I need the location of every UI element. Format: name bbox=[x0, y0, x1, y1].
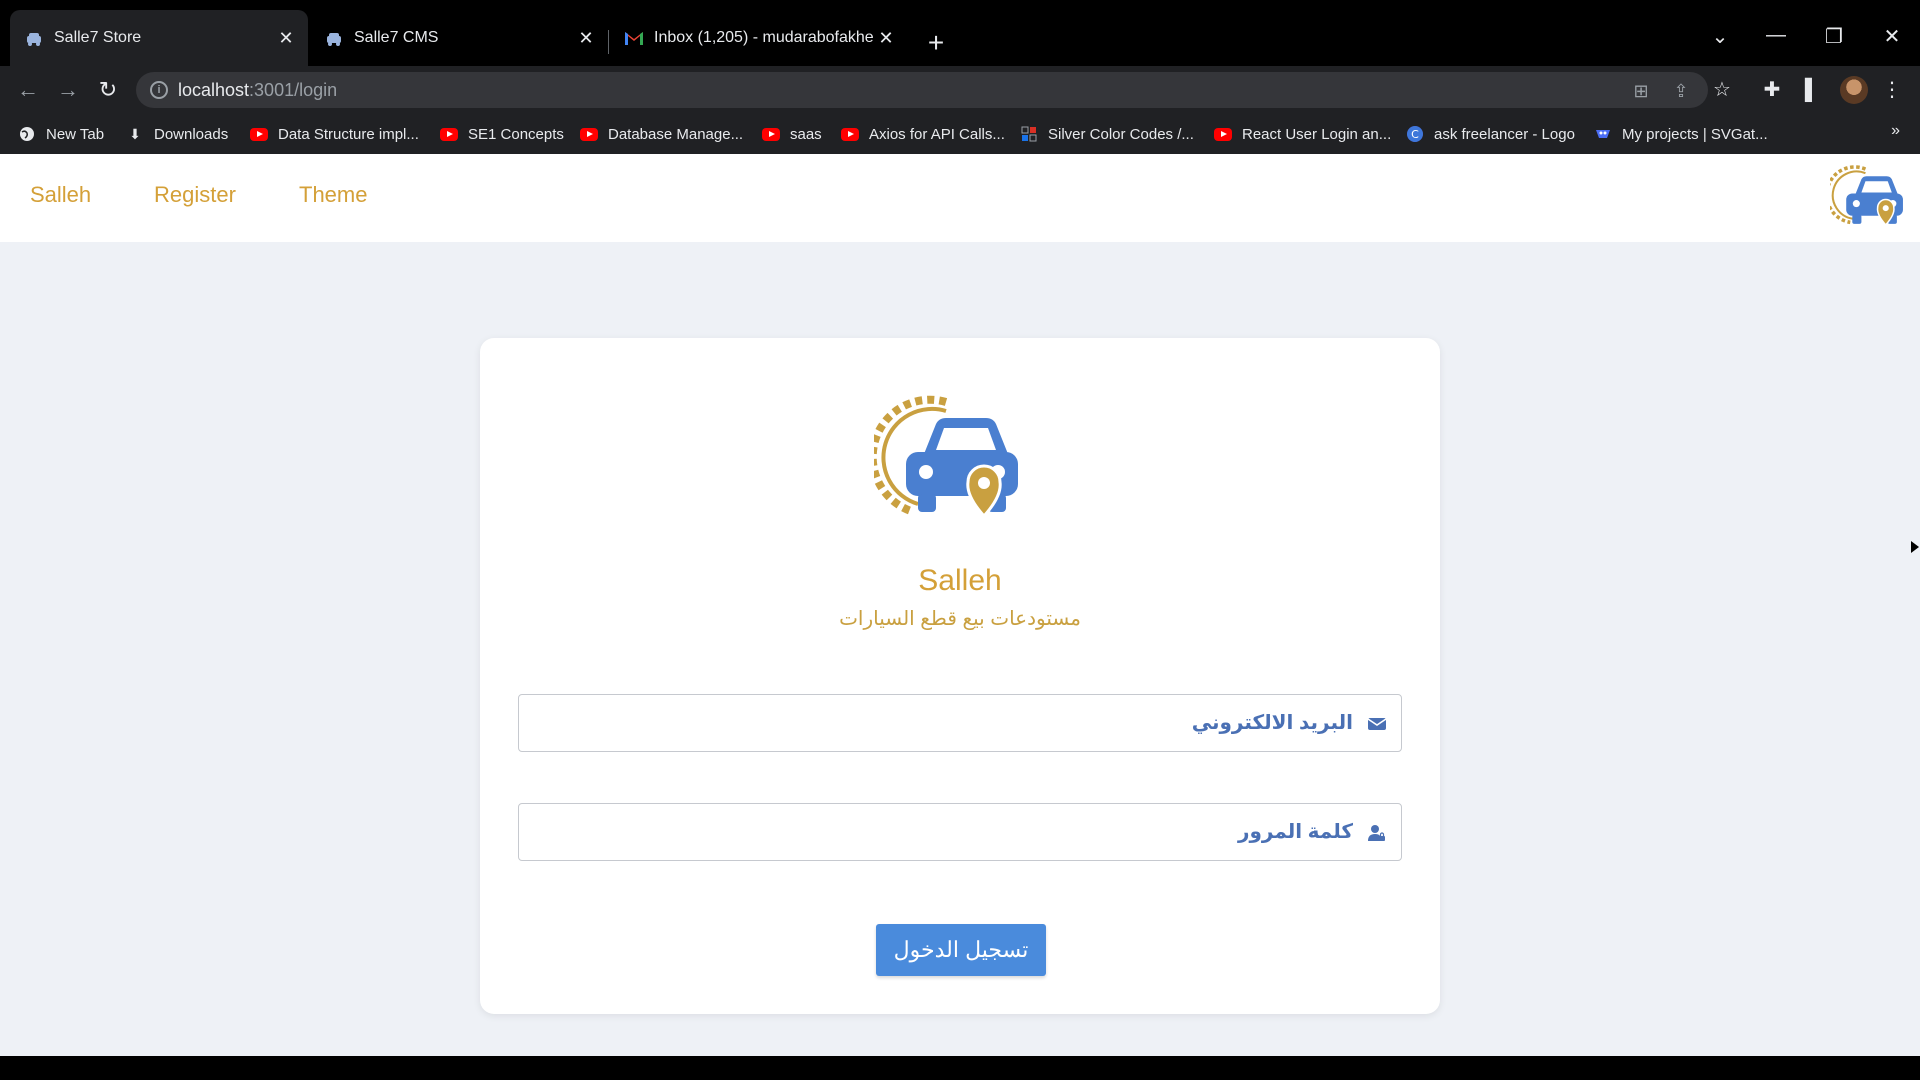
grid-icon bbox=[1020, 126, 1038, 142]
bookmark-database-manage[interactable]: Database Manage... bbox=[580, 122, 743, 146]
bookmark-label: Silver Color Codes /... bbox=[1048, 125, 1194, 143]
bookmark-silver-color[interactable]: Silver Color Codes /... bbox=[1020, 122, 1194, 146]
tab-title: Salle7 CMS bbox=[354, 29, 439, 46]
bookmark-label: React User Login an... bbox=[1242, 125, 1392, 143]
close-tab-icon[interactable]: ✕ bbox=[874, 26, 898, 50]
share-icon[interactable]: ⇪ bbox=[1670, 80, 1692, 102]
bookmark-new-tab[interactable]: New Tab bbox=[18, 122, 104, 146]
more-bookmarks-chevron[interactable]: » bbox=[1891, 122, 1900, 140]
login-brand-title: Salleh bbox=[918, 564, 1002, 597]
close-tab-icon[interactable]: ✕ bbox=[574, 26, 598, 50]
new-tab-button[interactable]: + bbox=[922, 29, 950, 58]
tab-salle7-cms[interactable]: Salle7 CMS ✕ bbox=[310, 10, 608, 66]
bookmark-react-login[interactable]: React User Login an... bbox=[1214, 122, 1391, 146]
tab-title: Salle7 Store bbox=[54, 29, 142, 46]
menu-kebab-icon[interactable]: ⋮ bbox=[1880, 78, 1904, 102]
tab-salle7-store[interactable]: Salle7 Store ✕ bbox=[10, 10, 308, 66]
site-info-icon[interactable]: i bbox=[150, 81, 168, 99]
download-icon: ⬇ bbox=[129, 125, 141, 142]
bookmark-label: Data Structure impl... bbox=[278, 125, 419, 143]
bookmark-label: Axios for API Calls... bbox=[869, 125, 1005, 143]
youtube-icon bbox=[762, 127, 780, 141]
bookmarks-bar: New Tab ⬇ Downloads Data Structure impl.… bbox=[0, 114, 1920, 154]
globe-icon bbox=[18, 127, 36, 141]
extensions-icon[interactable]: ✚ bbox=[1760, 78, 1784, 102]
app-navbar: Salleh Register Theme bbox=[0, 154, 1920, 242]
login-tagline: مستودعات بيع قطع السيارات bbox=[839, 608, 1081, 630]
nav-brand-link[interactable]: Salleh bbox=[30, 182, 91, 208]
login-card: Salleh مستودعات بيع قطع السيارات البريد … bbox=[480, 338, 1440, 1014]
bookmark-label: ask freelancer - Logo bbox=[1434, 125, 1575, 143]
gmail-icon bbox=[624, 28, 644, 48]
bookmark-data-structure[interactable]: Data Structure impl... bbox=[250, 122, 419, 146]
url-host: localhost bbox=[178, 80, 250, 100]
tab-search-chevron-icon[interactable]: ⌄ bbox=[1700, 24, 1740, 49]
tab-divider bbox=[608, 30, 609, 54]
nav-theme-link[interactable]: Theme bbox=[299, 182, 367, 208]
youtube-icon bbox=[250, 127, 268, 141]
bookmark-se1-concepts[interactable]: SE1 Concepts bbox=[440, 122, 564, 146]
url-path: :3001/login bbox=[249, 80, 338, 100]
side-panel-icon[interactable]: ▌ bbox=[1800, 78, 1824, 102]
canva-icon: C bbox=[1406, 126, 1424, 142]
svg-text:C: C bbox=[1411, 128, 1419, 141]
tab-gmail-inbox[interactable]: Inbox (1,205) - mudarabofakher@ ✕ bbox=[610, 10, 908, 66]
password-placeholder: كلمة المرور bbox=[1237, 821, 1353, 843]
password-field[interactable]: كلمة المرور bbox=[518, 803, 1402, 861]
profile-avatar[interactable] bbox=[1840, 76, 1868, 104]
car-gear-logo-icon[interactable] bbox=[1830, 164, 1906, 230]
browser-tabstrip: Salle7 Store ✕ Salle7 CMS ✕ Inbox (1,205… bbox=[0, 0, 1920, 66]
reload-icon[interactable]: ↻ bbox=[94, 76, 122, 104]
car-gear-logo-icon bbox=[874, 395, 1018, 519]
tab-title: Inbox (1,205) - mudarabofakher@ bbox=[654, 29, 874, 46]
youtube-icon bbox=[580, 127, 598, 141]
minimize-icon[interactable]: — bbox=[1756, 24, 1796, 47]
back-arrow-icon[interactable]: ← bbox=[14, 76, 42, 104]
email-placeholder: البريد الالكتروني bbox=[1191, 712, 1353, 734]
mouse-cursor bbox=[1911, 541, 1919, 553]
svgator-icon bbox=[1594, 127, 1612, 141]
bookmark-star-icon[interactable]: ☆ bbox=[1710, 78, 1734, 102]
url-text[interactable]: localhost:3001/login bbox=[178, 80, 337, 101]
bookmark-label: Downloads bbox=[154, 125, 229, 143]
user-lock-icon bbox=[1367, 823, 1387, 843]
bookmark-axios[interactable]: Axios for API Calls... bbox=[841, 122, 1005, 146]
address-bar[interactable]: i localhost:3001/login ⊞ ⇪ bbox=[136, 72, 1708, 108]
bookmark-svgator[interactable]: My projects | SVGat... bbox=[1594, 122, 1768, 146]
bookmark-label: My projects | SVGat... bbox=[1622, 125, 1768, 143]
bookmark-saas[interactable]: saas bbox=[762, 122, 822, 146]
login-submit-button[interactable]: تسجيل الدخول bbox=[876, 924, 1046, 976]
youtube-icon bbox=[440, 127, 458, 141]
nav-register-link[interactable]: Register bbox=[154, 182, 236, 208]
email-field[interactable]: البريد الالكتروني bbox=[518, 694, 1402, 752]
envelope-icon bbox=[1367, 714, 1387, 734]
bookmark-label: Database Manage... bbox=[608, 125, 744, 143]
car-favicon-icon bbox=[324, 28, 344, 48]
restore-icon[interactable]: ❐ bbox=[1814, 24, 1854, 49]
youtube-icon bbox=[841, 127, 859, 141]
bookmark-label: SE1 Concepts bbox=[468, 125, 564, 143]
bookmark-label: saas bbox=[790, 125, 822, 143]
car-favicon-icon bbox=[24, 28, 44, 48]
youtube-icon bbox=[1214, 127, 1232, 141]
close-tab-icon[interactable]: ✕ bbox=[274, 26, 298, 50]
forward-arrow-icon[interactable]: → bbox=[54, 76, 82, 104]
close-window-icon[interactable]: ✕ bbox=[1872, 24, 1912, 49]
translate-icon[interactable]: ⊞ bbox=[1630, 80, 1652, 102]
bookmark-ask-freelancer[interactable]: C ask freelancer - Logo bbox=[1406, 122, 1575, 146]
web-page: Salleh Register Theme Salleh مستودعات بي… bbox=[0, 154, 1920, 1056]
bottom-bar bbox=[0, 1056, 1920, 1080]
browser-toolbar: ← → ↻ i localhost:3001/login ⊞ ⇪ ☆ ✚ ▌ ⋮ bbox=[0, 66, 1920, 114]
bookmark-label: New Tab bbox=[46, 125, 105, 143]
bookmark-downloads[interactable]: ⬇ Downloads bbox=[126, 122, 228, 146]
